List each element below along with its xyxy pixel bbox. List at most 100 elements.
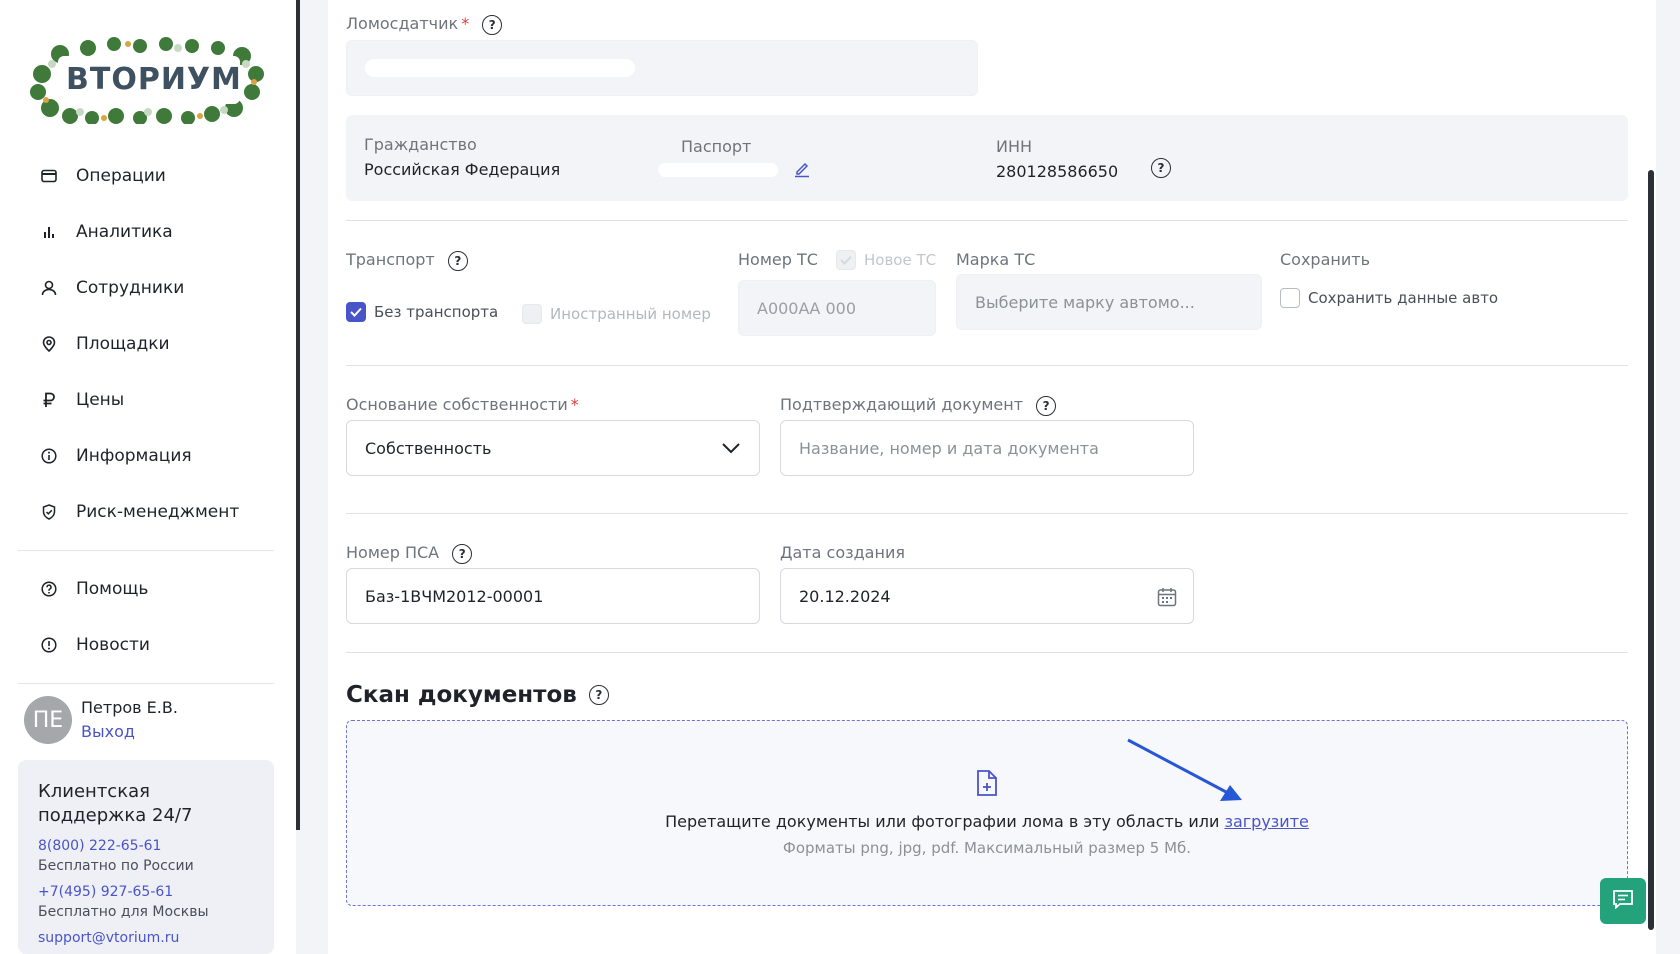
help-icon[interactable]: ? [588, 685, 609, 705]
dropzone-instructions: Перетащите документы или фотографии лома… [347, 812, 1627, 831]
chat-button[interactable] [1600, 878, 1646, 924]
help-icon[interactable]: ? [447, 250, 468, 271]
transport-label-text: Транспорт [346, 250, 435, 269]
required-mark: * [461, 14, 470, 33]
checkbox-unchecked-icon[interactable] [1280, 288, 1300, 308]
citizenship-value: Российская Федерация [364, 160, 561, 179]
edit-pencil-icon[interactable] [794, 160, 810, 182]
support-phone-moscow-link[interactable]: +7(495) 927-65-61 [38, 884, 274, 900]
passport-label: Паспорт [681, 137, 752, 156]
no-transport-label: Без транспорта [374, 303, 499, 321]
sidebar-item-label: Площадки [76, 334, 170, 354]
logo[interactable]: ВТОРИУМ [28, 34, 268, 124]
ruble-icon [40, 391, 58, 409]
logout-link[interactable]: Выход [81, 722, 135, 741]
vehicle-number-input[interactable]: А000АА 000 [738, 280, 936, 336]
support-title: Клиентская поддержка 24/7 [38, 781, 193, 826]
sidebar: ВТОРИУМ Операции Аналитика Сотрудники Пл… [0, 0, 296, 954]
chevron-down-icon [721, 439, 741, 458]
sidebar-item-label: Информация [76, 446, 192, 466]
dropzone-text: Перетащите документы или фотографии лома… [665, 812, 1220, 831]
created-date-label: Дата создания [780, 543, 905, 562]
main-scrollbar[interactable] [1644, 0, 1656, 954]
sidebar-item-label: Операции [76, 166, 166, 186]
user-name: Петров Е.В. [81, 698, 178, 717]
question-icon [40, 580, 58, 598]
sidebar-item-prices[interactable]: Цены [18, 372, 274, 428]
sidebar-item-label: Риск-менеджмент [76, 502, 240, 522]
created-date-value: 20.12.2024 [799, 586, 891, 606]
logo-text: ВТОРИУМ [66, 62, 242, 97]
help-icon[interactable]: ? [452, 543, 473, 564]
psa-number-label-text: Номер ПСА [346, 543, 440, 562]
created-date-input[interactable]: 20.12.2024 [780, 568, 1194, 624]
seller-input[interactable] [346, 40, 978, 96]
foreign-number-label: Иностранный номер [550, 305, 711, 323]
sidebar-item-label: Аналитика [76, 222, 173, 242]
upload-link[interactable]: загрузите [1224, 812, 1308, 831]
sidebar-item-information[interactable]: Информация [18, 428, 274, 484]
seller-info-card: Гражданство Российская Федерация Паспорт… [346, 115, 1628, 201]
file-add-icon [975, 769, 999, 801]
inn-label: ИНН [996, 137, 1033, 156]
inn-value: 280128586650 [996, 162, 1119, 181]
seller-label-text: Ломосдатчик [346, 14, 459, 33]
transport-label: Транспорт ? [346, 250, 468, 271]
ownership-select[interactable]: Собственность [346, 420, 760, 476]
seller-value-masked [365, 59, 635, 77]
vehicle-brand-select[interactable]: Выберите марку автомо... [956, 274, 1262, 330]
nav-divider [18, 550, 274, 551]
divider [346, 652, 1628, 653]
scan-dropzone[interactable]: Перетащите документы или фотографии лома… [346, 720, 1628, 906]
ownership-value: Собственность [365, 438, 492, 458]
card-icon [40, 167, 58, 185]
divider [346, 220, 1628, 221]
support-note-moscow: Бесплатно для Москвы [38, 904, 209, 920]
sidebar-nav: Операции Аналитика Сотрудники Площадки Ц… [18, 148, 274, 694]
calendar-icon[interactable] [1157, 587, 1177, 611]
chat-icon [1612, 889, 1634, 913]
info-icon [40, 447, 58, 465]
sidebar-item-help[interactable]: Помощь [18, 561, 274, 617]
sidebar-item-operations[interactable]: Операции [18, 148, 274, 204]
confirm-doc-input[interactable]: Название, номер и дата документа [780, 420, 1194, 476]
checkbox-unchecked-icon[interactable] [522, 304, 542, 324]
foreign-number-checkbox[interactable]: Иностранный номер [522, 304, 711, 324]
new-vehicle-checkbox[interactable]: Новое ТС [836, 250, 936, 270]
support-card: Клиентская поддержка 24/7 8(800) 222-65-… [18, 760, 274, 954]
checkbox-checked-disabled-icon[interactable] [836, 250, 856, 270]
sidebar-item-news[interactable]: Новости [18, 617, 274, 673]
psa-number-label: Номер ПСА ? [346, 543, 473, 564]
alert-icon [40, 636, 58, 654]
sidebar-item-sites[interactable]: Площадки [18, 316, 274, 372]
sidebar-item-employees[interactable]: Сотрудники [18, 260, 274, 316]
sidebar-item-label: Цены [76, 390, 125, 410]
user-block: ПЕ Петров Е.В. Выход [24, 694, 274, 746]
ownership-label: Основание собственности * [346, 395, 579, 414]
sidebar-item-label: Сотрудники [76, 278, 185, 298]
psa-number-input[interactable]: Баз-1ВЧМ2012-00001 [346, 568, 760, 624]
sidebar-item-analytics[interactable]: Аналитика [18, 204, 274, 260]
avatar: ПЕ [24, 696, 72, 744]
support-phone-link[interactable]: 8(800) 222-65-61 [38, 838, 274, 854]
scrollbar-thumb[interactable] [1648, 170, 1654, 930]
bar-chart-icon [40, 223, 58, 241]
support-email-link[interactable]: support@vtorium.ru [38, 930, 274, 946]
checkbox-checked-icon[interactable] [346, 302, 366, 322]
citizenship-label: Гражданство [364, 135, 477, 154]
vehicle-brand-label: Марка ТС [956, 250, 1036, 269]
save-label: Сохранить [1280, 250, 1370, 269]
confirm-doc-label-text: Подтверждающий документ [780, 395, 1024, 414]
sidebar-item-risk-management[interactable]: Риск-менеджмент [18, 484, 274, 540]
new-vehicle-label: Новое ТС [864, 251, 937, 269]
dropzone-formats: Форматы png, jpg, pdf. Максимальный разм… [782, 839, 1192, 857]
sidebar-scrollbar[interactable] [296, 0, 300, 830]
save-vehicle-data-label: Сохранить данные авто [1308, 289, 1499, 307]
save-vehicle-data-checkbox[interactable]: Сохранить данные авто [1280, 288, 1498, 308]
help-icon[interactable]: ? [482, 14, 503, 35]
help-icon[interactable]: ? [1036, 395, 1057, 416]
location-pin-icon [40, 335, 58, 353]
no-transport-checkbox[interactable]: Без транспорта [346, 302, 498, 322]
ownership-label-text: Основание собственности [346, 395, 568, 414]
help-icon[interactable]: ? [1151, 158, 1171, 178]
